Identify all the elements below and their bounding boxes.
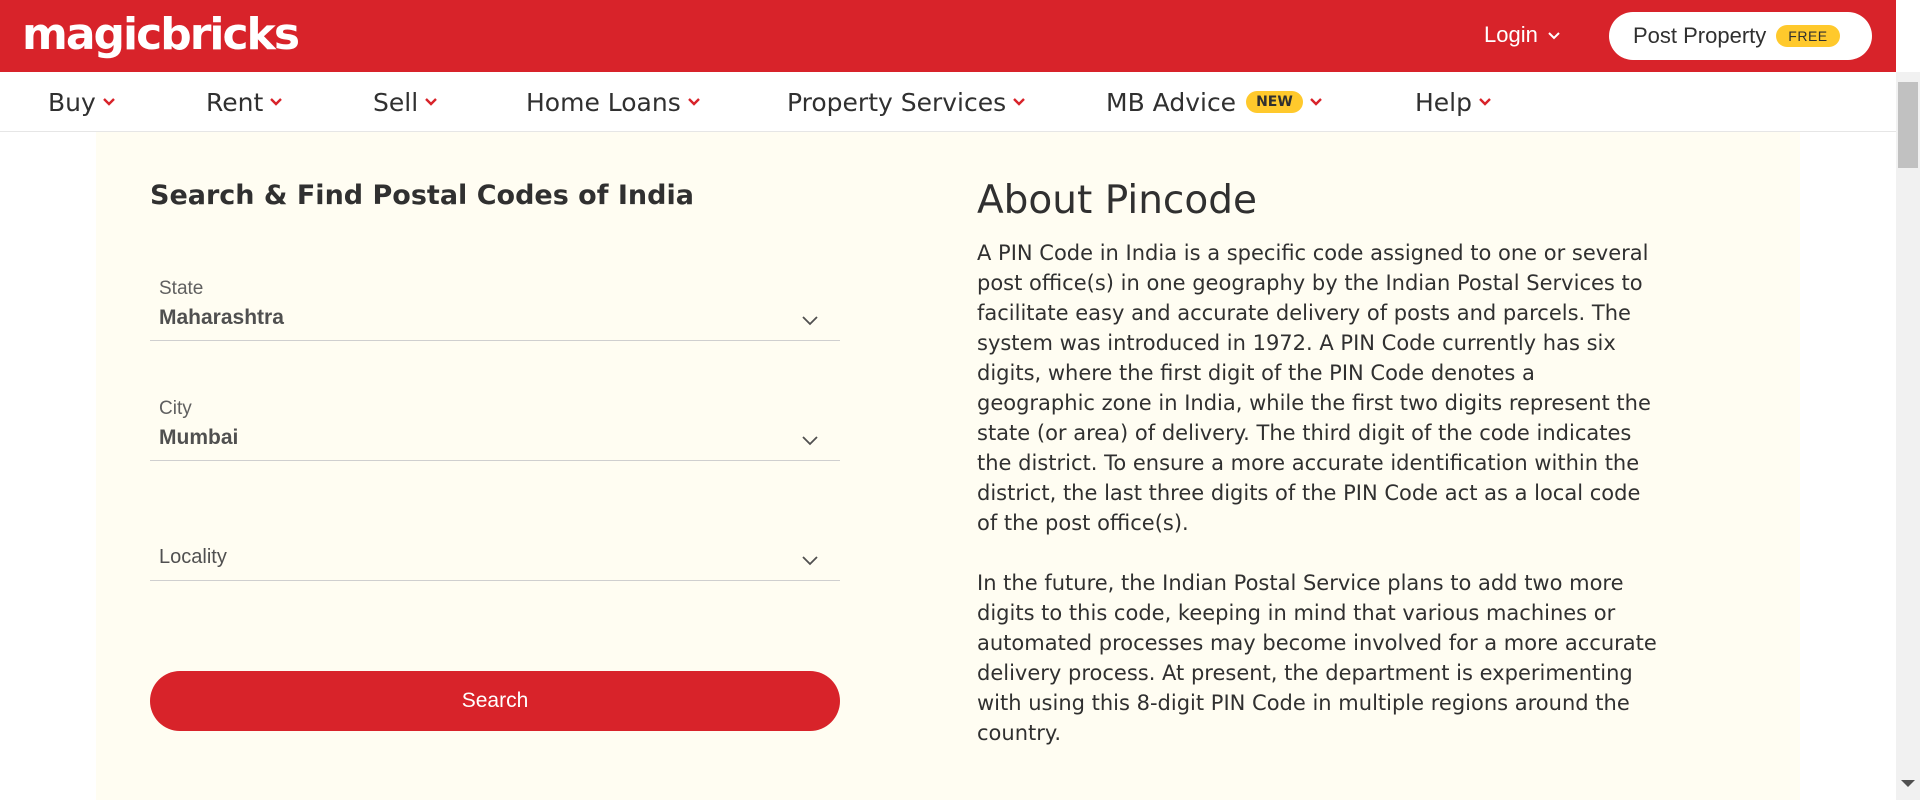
login-label: Login (1484, 22, 1538, 47)
locality-placeholder: Locality (159, 546, 227, 568)
new-badge: NEW (1246, 91, 1303, 113)
about-paragraph-2: In the future, the Indian Postal Service… (977, 571, 1657, 745)
chevron-down-icon (270, 98, 283, 106)
search-button[interactable]: Search (150, 671, 840, 731)
state-label: State (159, 278, 204, 299)
chevron-down-icon (1309, 98, 1322, 106)
chevron-down-icon (802, 436, 818, 446)
state-value: Maharashtra (159, 306, 284, 329)
search-section-title: Search & Find Postal Codes of India (150, 180, 694, 211)
nav-item-help[interactable]: Help (1415, 86, 1492, 118)
chevron-down-icon (425, 98, 438, 106)
nav-item-label: Help (1415, 87, 1472, 117)
nav-item-home-loans[interactable]: Home Loans (526, 86, 701, 118)
chevron-down-icon (802, 316, 818, 326)
nav-item-label: Buy (48, 87, 96, 117)
nav-item-sell[interactable]: Sell (373, 86, 438, 118)
main-nav: Buy Rent Sell Home Loans Property Servic… (0, 72, 1896, 132)
magicbricks-logo[interactable]: magicbricks (22, 10, 300, 60)
page-scrollbar[interactable] (1896, 72, 1920, 800)
scroll-down-arrow-icon[interactable] (1901, 780, 1915, 787)
nav-item-label: Rent (206, 87, 264, 117)
nav-item-property-services[interactable]: Property Services (787, 86, 1026, 118)
nav-item-label: Property Services (787, 87, 1007, 117)
chevron-down-icon (102, 98, 115, 106)
nav-item-mb-advice[interactable]: MB Advice NEW (1106, 86, 1323, 118)
chevron-down-icon (1013, 98, 1026, 106)
nav-item-label: Sell (373, 87, 419, 117)
chevron-down-icon (687, 98, 700, 106)
nav-item-label: Home Loans (526, 87, 681, 117)
chevron-down-icon (802, 556, 818, 566)
city-value: Mumbai (159, 426, 239, 449)
post-property-label: Post Property (1633, 23, 1767, 48)
about-paragraph-1: A PIN Code in India is a specific code a… (977, 241, 1651, 535)
scrollbar-thumb[interactable] (1898, 82, 1918, 168)
login-dropdown[interactable]: Login (1484, 20, 1562, 50)
city-select[interactable]: City Mumbai (150, 390, 840, 461)
nav-item-label: MB Advice (1106, 87, 1237, 117)
nav-item-rent[interactable]: Rent (206, 86, 283, 118)
chevron-down-icon (1479, 98, 1491, 106)
free-badge: FREE (1776, 25, 1840, 47)
nav-item-buy[interactable]: Buy (48, 86, 116, 118)
post-property-button[interactable]: Post Property FREE (1609, 12, 1872, 60)
chevron-down-icon (1548, 32, 1560, 40)
locality-select[interactable]: Locality (150, 530, 840, 581)
state-select[interactable]: State Maharashtra (150, 270, 840, 341)
about-pincode-title: About Pincode (977, 178, 1257, 223)
top-header: magicbricks Login Post Property FREE (0, 0, 1896, 72)
city-label: City (159, 398, 192, 419)
